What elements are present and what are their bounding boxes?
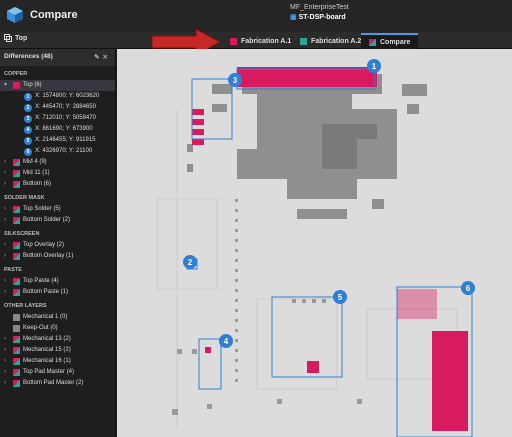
- section-solder-mask: SOLDER MASK: [4, 195, 45, 201]
- chevron-right-icon[interactable]: ›: [4, 276, 10, 287]
- chevron-right-icon[interactable]: ›: [4, 168, 10, 179]
- view-toolbar: Top Fabrication A.1 Fabrication A.2 Comp…: [0, 32, 512, 49]
- diff-item-1[interactable]: 1 X: 1574800; Y: 6023620: [0, 91, 115, 102]
- tab-fabrication-a1[interactable]: Fabrication A.1: [222, 33, 299, 49]
- diff-marker-3[interactable]: 3: [228, 73, 242, 87]
- chevron-right-icon[interactable]: ›: [4, 179, 10, 190]
- layers-icon: [4, 34, 12, 42]
- document-info: MF_EnterpriseTest ▣ ST-DSP-board: [290, 3, 349, 23]
- diff-item-3[interactable]: 3 X: 712010; Y: 5058470: [0, 113, 115, 124]
- layer-mid4[interactable]: › Mid 4 (9): [0, 157, 115, 168]
- layer-mechanical-1[interactable]: Mechanical 1 (0): [0, 312, 115, 323]
- chevron-right-icon[interactable]: ›: [4, 378, 10, 389]
- diff-marker-2[interactable]: 2: [183, 255, 197, 269]
- diff-item-4[interactable]: 4 X: 861690; Y: 673900: [0, 124, 115, 135]
- section-paste: PASTE: [4, 267, 22, 273]
- layer-swatch: [13, 170, 20, 177]
- board-name[interactable]: ▣ ST-DSP-board: [290, 13, 349, 23]
- svg-text:3: 3: [233, 76, 238, 85]
- chevron-right-icon[interactable]: ›: [4, 240, 10, 251]
- layer-top[interactable]: ▾ Top (6): [0, 80, 115, 91]
- svg-text:4: 4: [224, 337, 229, 346]
- layer-swatch: [13, 289, 20, 296]
- diff-marker-4[interactable]: 4: [219, 334, 233, 348]
- pin-icon[interactable]: ✎: [94, 54, 102, 61]
- section-copper: COPPER: [4, 71, 28, 77]
- layer-side-button[interactable]: Top: [4, 34, 27, 42]
- layer-mechanical-15[interactable]: › Mechanical 15 (2): [0, 345, 115, 356]
- svg-text:6: 6: [466, 284, 471, 293]
- layer-swatch: [13, 325, 20, 332]
- app-title: Compare: [30, 9, 78, 21]
- section-silkscreen: SILKSCREEN: [4, 231, 40, 237]
- diff-box-4[interactable]: [198, 338, 222, 390]
- diff-marker-5[interactable]: 5: [333, 290, 347, 304]
- differences-panel: Differences (48) ✎✕ COPPER ▾ Top (6) 1 X: …: [0, 49, 116, 437]
- chevron-right-icon[interactable]: ›: [4, 157, 10, 168]
- layer-swatch: [13, 242, 20, 249]
- chevron-right-icon[interactable]: ›: [4, 367, 10, 378]
- chevron-right-icon[interactable]: ›: [4, 287, 10, 298]
- layer-bottom-pad-master[interactable]: › Bottom Pad Master (2): [0, 378, 115, 389]
- section-other-layers: OTHER LAYERS: [4, 303, 47, 309]
- layer-swatch: [13, 347, 20, 354]
- diff-item-6[interactable]: 6 X: 4326970; Y: 21100: [0, 146, 115, 157]
- app-logo-icon: [7, 7, 23, 23]
- layer-swatch: [13, 278, 20, 285]
- layer-swatch: [13, 82, 20, 89]
- fabrication-a1-swatch: [230, 37, 237, 45]
- layer-top-solder[interactable]: › Top Solder (5): [0, 204, 115, 215]
- compare-swatch: [369, 38, 376, 46]
- diff-marker-6[interactable]: 6: [461, 281, 475, 295]
- chevron-right-icon[interactable]: ›: [4, 215, 10, 226]
- layer-bottom-paste[interactable]: › Bottom Paste (1): [0, 287, 115, 298]
- differences-header: Differences (48) ✎✕: [0, 49, 115, 66]
- layer-mechanical-16[interactable]: › Mechanical 16 (1): [0, 356, 115, 367]
- diff-item-5[interactable]: 5 X: 2146455; Y: 911915: [0, 135, 115, 146]
- layer-bottom[interactable]: › Bottom (6): [0, 179, 115, 190]
- layer-swatch: [13, 336, 20, 343]
- board-icon: ▣: [290, 14, 297, 21]
- layer-swatch: [13, 380, 20, 387]
- layer-swatch: [13, 314, 20, 321]
- tab-compare[interactable]: Compare: [361, 33, 419, 49]
- project-name: MF_EnterpriseTest: [290, 4, 349, 11]
- layer-swatch: [13, 159, 20, 166]
- layer-swatch: [13, 253, 20, 260]
- svg-text:1: 1: [372, 62, 377, 71]
- fabrication-a2-swatch: [300, 37, 307, 45]
- layer-bottom-solder[interactable]: › Bottom Solder (2): [0, 215, 115, 226]
- svg-text:5: 5: [338, 293, 343, 302]
- layer-top-overlay[interactable]: › Top Overlay (2): [0, 240, 115, 251]
- layer-top-pad-master[interactable]: › Top Pad Master (4): [0, 367, 115, 378]
- close-icon[interactable]: ✕: [103, 54, 111, 61]
- diff-item-2[interactable]: 2 X: 445470; Y: 2884650: [0, 102, 115, 113]
- layer-swatch: [13, 206, 20, 213]
- chevron-right-icon[interactable]: ›: [4, 334, 10, 345]
- chevron-right-icon[interactable]: ›: [4, 204, 10, 215]
- layer-keep-out[interactable]: Keep-Out (0): [0, 323, 115, 334]
- layer-swatch: [13, 181, 20, 188]
- layer-swatch: [13, 369, 20, 376]
- diff-marker-1[interactable]: 1: [367, 59, 381, 73]
- pcb-board-view[interactable]: 1 2 3 4 5 6: [117, 49, 512, 437]
- pcb-compare-canvas[interactable]: 1 2 3 4 5 6: [117, 49, 512, 437]
- layer-swatch: [13, 358, 20, 365]
- svg-text:2: 2: [188, 258, 193, 267]
- chevron-down-icon[interactable]: ▾: [4, 80, 10, 91]
- title-bar: Compare MF_EnterpriseTest ▣ ST-DSP-board: [0, 0, 512, 32]
- layer-bottom-overlay[interactable]: › Bottom Overlay (1): [0, 251, 115, 262]
- layer-mechanical-13[interactable]: › Mechanical 13 (2): [0, 334, 115, 345]
- layer-swatch: [13, 217, 20, 224]
- chevron-right-icon[interactable]: ›: [4, 251, 10, 262]
- tab-fabrication-a2[interactable]: Fabrication A.2: [292, 33, 369, 49]
- chevron-right-icon[interactable]: ›: [4, 356, 10, 367]
- chevron-right-icon[interactable]: ›: [4, 345, 10, 356]
- layer-top-paste[interactable]: › Top Paste (4): [0, 276, 115, 287]
- layer-mid11[interactable]: › Mid 11 (1): [0, 168, 115, 179]
